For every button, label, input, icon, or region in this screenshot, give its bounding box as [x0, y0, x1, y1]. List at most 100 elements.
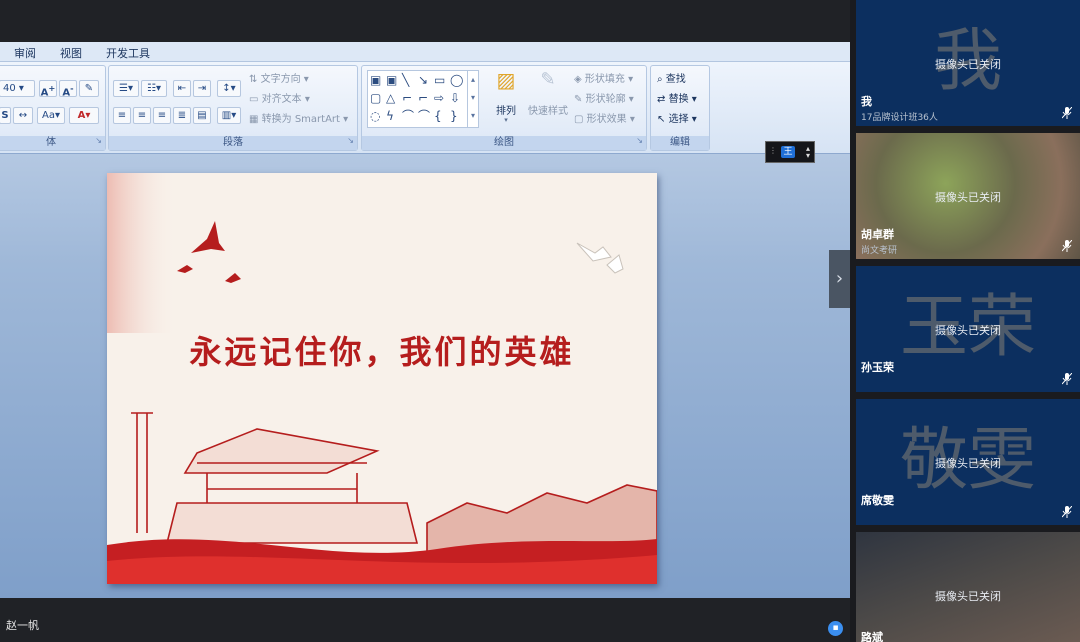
- participant-tile[interactable]: 玉荣 摄像头已关闭 孙玉荣: [856, 266, 1080, 392]
- mic-muted-icon[interactable]: [1062, 373, 1072, 385]
- slide-artwork: [107, 173, 657, 584]
- smartart-icon: ▦: [249, 114, 259, 125]
- decrease-indent-button[interactable]: ⇤: [173, 80, 191, 97]
- oval-shape-icon[interactable]: ◯: [450, 73, 463, 87]
- convert-smartart-button[interactable]: ▦ 转换为 SmartArt ▾: [249, 110, 348, 125]
- justify-button[interactable]: ≣: [173, 107, 191, 124]
- curve-shape-icon[interactable]: ⌒: [402, 109, 414, 123]
- dove-icon: [191, 221, 225, 253]
- arrange-button[interactable]: ▨ 排列 ▾: [486, 68, 526, 128]
- grow-font-button[interactable]: A+: [39, 80, 57, 98]
- drawing-group: ▣ ▣ ╲ ↘ ▭ ◯ ▢ △ ⌐ ⌐ ⇨ ⇩ ◌ ϟ ⌒ ⌒ {} ▴ ▾ …: [361, 65, 647, 151]
- shape-outline-button[interactable]: ✎ 形状轮廓 ▾: [574, 90, 634, 105]
- spacing-button[interactable]: ↔: [13, 107, 33, 124]
- participant-tile[interactable]: 摄像头已关闭 胡卓群 尚文考研: [856, 133, 1080, 259]
- arrow-line-shape-icon[interactable]: ↘: [418, 73, 428, 87]
- numbering-button[interactable]: ☷▾: [141, 80, 167, 97]
- text-direction-label: 文字方向: [260, 74, 301, 85]
- change-case-button[interactable]: Aa▾: [37, 107, 65, 124]
- participant-subtitle: 尚文考研: [861, 246, 898, 256]
- video-background: [856, 532, 1080, 642]
- quick-styles-button[interactable]: ✎ 快速样式: [528, 68, 568, 128]
- align-right-button[interactable]: ≡: [153, 107, 171, 124]
- presenter-badge: 王: [781, 146, 795, 158]
- shadow-button[interactable]: S: [0, 107, 11, 124]
- align-center-button[interactable]: ≡: [133, 107, 151, 124]
- quick-styles-icon: ✎: [540, 69, 556, 90]
- shrink-font-button[interactable]: A-: [59, 80, 77, 98]
- expand-toggle-icon[interactable]: ▴ ▾: [806, 145, 810, 160]
- find-button[interactable]: ⌕ 查找: [657, 70, 686, 85]
- slide-editing-area[interactable]: 永远记住你，我们的英雄: [0, 154, 850, 598]
- font-color-button[interactable]: A▾: [69, 107, 99, 124]
- textbox-shape-icon[interactable]: ▣: [370, 73, 381, 87]
- binoculars-icon: ⌕: [657, 74, 663, 85]
- columns-button[interactable]: ▥▾: [217, 107, 241, 124]
- align-left-button[interactable]: ≡: [113, 107, 131, 124]
- replace-button[interactable]: ⇄ 替换 ▾: [657, 90, 697, 105]
- callout-shape-icon[interactable]: ◌: [370, 109, 380, 123]
- text-direction-icon: ⇅: [249, 74, 258, 85]
- dialog-launcher-icon[interactable]: ↘: [636, 134, 643, 148]
- dialog-launcher-icon[interactable]: ↘: [95, 134, 102, 148]
- expand-gallery-button[interactable]: ›: [829, 250, 850, 308]
- screen-share-area: 审阅 视图 开发工具 40 ▾ A+ A- ✎ S ↔ Aa▾ A▾ 体 ↘ ☰▾: [0, 0, 850, 642]
- distributed-button[interactable]: ▤: [193, 107, 211, 124]
- replace-icon: ⇄: [657, 94, 666, 105]
- line-spacing-button[interactable]: ↕▾: [217, 80, 241, 97]
- vertical-textbox-shape-icon[interactable]: ▣: [386, 73, 397, 87]
- pen-icon: ✎: [574, 94, 583, 105]
- right-arrow-shape-icon[interactable]: ⇨: [434, 91, 444, 105]
- camera-off-label: 摄像头已关闭: [935, 324, 1001, 337]
- participant-tile[interactable]: 摄像头已关闭 路斌: [856, 532, 1080, 642]
- tab-view[interactable]: 视图: [60, 45, 82, 61]
- text-direction-button[interactable]: ⇅ 文字方向 ▾: [249, 70, 309, 85]
- ribbon: 40 ▾ A+ A- ✎ S ↔ Aa▾ A▾ 体 ↘ ☰▾ ☷▾ ⇤ ⇥ ↕▾ …: [0, 62, 850, 154]
- shape-effects-button[interactable]: ▢ 形状效果 ▾: [574, 110, 635, 125]
- font-size-select[interactable]: 40 ▾: [0, 80, 35, 97]
- left-brace-shape-icon[interactable]: {: [434, 109, 442, 123]
- chevron-right-icon: ›: [835, 268, 844, 289]
- drawing-group-label: 绘图 ↘: [362, 136, 646, 150]
- triangle-shape-icon[interactable]: △: [386, 91, 395, 105]
- elbow-arrow-shape-icon[interactable]: ⌐: [418, 91, 428, 105]
- lightning-shape-icon[interactable]: ϟ: [386, 109, 394, 123]
- sharing-mini-control[interactable]: ⋮ 王 ▴ ▾: [765, 141, 815, 163]
- current-slide[interactable]: 永远记住你，我们的英雄: [107, 173, 657, 584]
- mic-muted-icon[interactable]: [1062, 240, 1072, 252]
- down-arrow-shape-icon[interactable]: ⇩: [450, 91, 460, 105]
- rectangle-shape-icon[interactable]: ▭: [434, 73, 445, 87]
- mic-muted-icon[interactable]: [1062, 506, 1072, 518]
- freeform-shape-icon[interactable]: ⌒: [418, 109, 430, 123]
- chat-icon[interactable]: ▪: [828, 621, 843, 636]
- line-shape-icon[interactable]: ╲: [402, 73, 409, 87]
- editing-group-label: 编辑: [651, 136, 709, 150]
- ribbon-tabs: 审阅 视图 开发工具: [0, 42, 850, 62]
- clear-format-button[interactable]: ✎: [79, 80, 99, 97]
- shape-fill-button[interactable]: ◈ 形状填充 ▾: [574, 70, 633, 85]
- shape-fill-label: 形状填充: [584, 74, 625, 85]
- tab-developer[interactable]: 开发工具: [106, 45, 150, 61]
- align-text-button[interactable]: ▭ 对齐文本 ▾: [249, 90, 310, 105]
- increase-indent-button[interactable]: ⇥: [193, 80, 211, 97]
- rounded-rect-shape-icon[interactable]: ▢: [370, 91, 381, 105]
- paragraph-group-title: 段落: [223, 137, 243, 148]
- bullets-button[interactable]: ☰▾: [113, 80, 139, 97]
- select-button[interactable]: ↖ 选择 ▾: [657, 110, 697, 125]
- participant-tile[interactable]: 我 摄像头已关闭 我 17品牌设计班36人: [856, 0, 1080, 126]
- replace-label: 替换: [668, 94, 689, 105]
- dialog-launcher-icon[interactable]: ↘: [347, 134, 354, 148]
- tab-review[interactable]: 审阅: [14, 45, 36, 61]
- gallery-scroll[interactable]: ▴ ▾ ▾: [467, 71, 478, 127]
- participant-name: 胡卓群: [861, 228, 894, 241]
- slide-title[interactable]: 永远记住你，我们的英雄: [107, 327, 657, 373]
- drag-handle-icon[interactable]: ⋮: [769, 146, 777, 155]
- elbow-connector-shape-icon[interactable]: ⌐: [402, 91, 412, 105]
- shape-outline-label: 形状轮廓: [585, 94, 626, 105]
- align-text-icon: ▭: [249, 94, 259, 105]
- right-brace-shape-icon[interactable]: }: [450, 109, 458, 123]
- shapes-gallery[interactable]: ▣ ▣ ╲ ↘ ▭ ◯ ▢ △ ⌐ ⌐ ⇨ ⇩ ◌ ϟ ⌒ ⌒ {} ▴ ▾ …: [367, 70, 479, 128]
- participant-tile[interactable]: 敬雯 摄像头已关闭 席敬雯: [856, 399, 1080, 525]
- powerpoint-window: 审阅 视图 开发工具 40 ▾ A+ A- ✎ S ↔ Aa▾ A▾ 体 ↘ ☰▾: [0, 42, 850, 598]
- mic-muted-icon[interactable]: [1062, 107, 1072, 119]
